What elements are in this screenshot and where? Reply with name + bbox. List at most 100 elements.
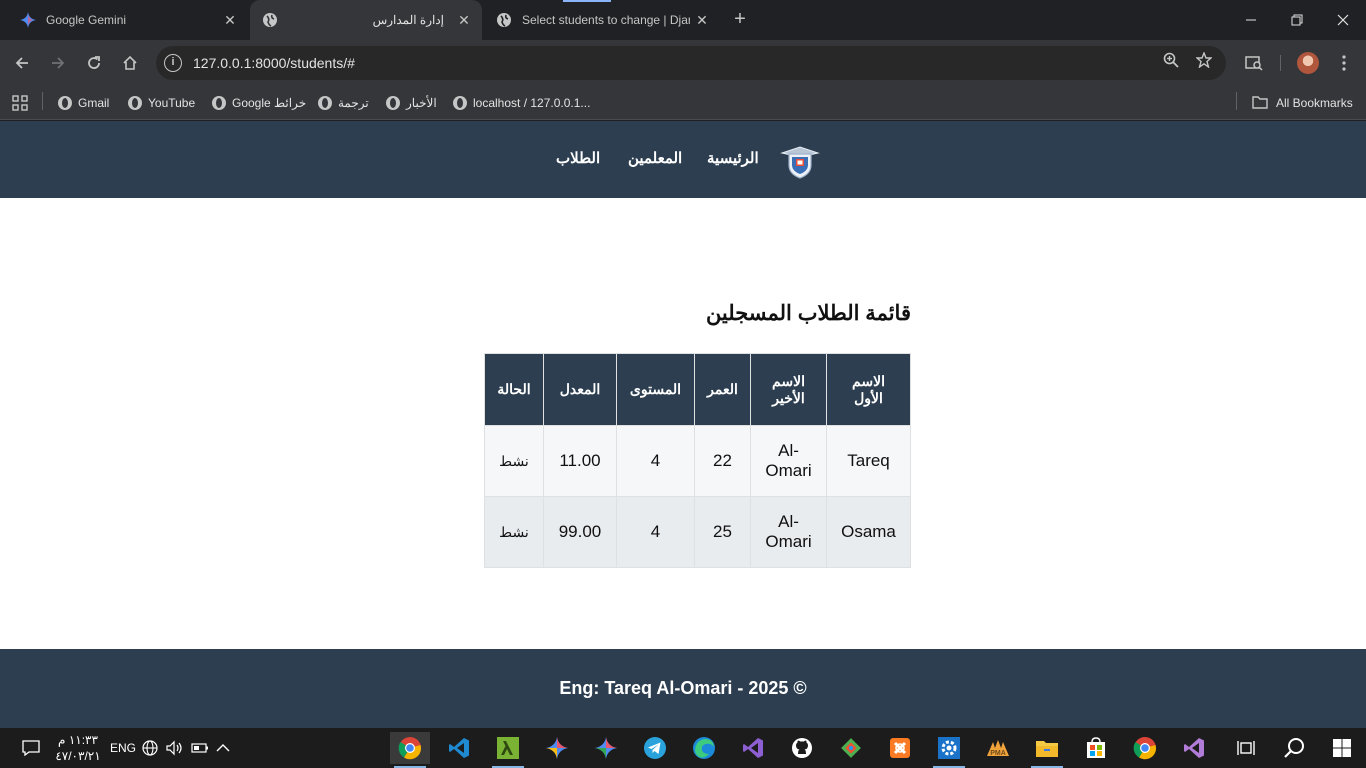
gemini-icon [20,12,36,28]
cell-gpa: 99.00 [543,496,617,568]
visual-studio-icon[interactable] [1174,732,1214,764]
footer-text: Eng: Tareq Al-Omari - 2025 © [559,678,807,698]
browser-toolbar: i 127.0.0.1:8000/students/# [0,40,1366,86]
students-table: الاسم الأول الاسم الأخير العمر المستوى ا… [484,353,911,568]
settings-gear-icon[interactable] [929,732,969,768]
page-title: قائمة الطلاب المسجلين [705,302,911,325]
tab-title: إدارة المدارس [372,13,444,27]
col-level: المستوى [616,353,695,426]
bookmark-localhost[interactable]: localhost / 127.0.0.1... [453,93,590,113]
tab-title: Google Gemini [46,13,127,27]
bookmarks-bar: Gmail YouTube Google خرائط ترجمة الأخبار… [0,86,1366,120]
globe-icon [386,96,400,110]
notification-icon[interactable] [22,728,40,768]
pma-icon[interactable]: PMA [978,732,1018,764]
table-row: Osama Al-Omari 25 4 99.00 نشط [484,496,911,568]
xampp-icon[interactable] [880,732,920,764]
cell-status: نشط [484,496,544,568]
visual-studio-icon[interactable] [733,732,773,764]
bookmark-label: الأخبار [406,96,437,110]
close-tab-icon[interactable]: ✕ [694,12,710,28]
nav-home[interactable]: الرئيسية [707,149,759,167]
gemini-taskbar-icon[interactable] [586,732,626,764]
profile-avatar[interactable] [1297,52,1319,74]
zoom-icon[interactable] [1160,52,1182,74]
cell-age: 25 [694,496,751,568]
col-age: العمر [694,353,751,426]
clock-time: ١١:٣٣ م [58,733,98,747]
bookmark-youtube[interactable]: YouTube [128,93,195,113]
bookmark-label: YouTube [148,96,196,110]
clock-date: ٤٧/٠٣/٢١ [55,749,101,763]
cell-age: 22 [694,425,751,497]
search-icon[interactable] [1274,732,1314,764]
tab-django-admin[interactable]: Select students to change | Djan ✕ [484,0,720,40]
file-explorer-icon[interactable] [1027,732,1067,768]
all-bookmarks-label: All Bookmarks [1276,96,1353,110]
edge-icon[interactable] [684,732,724,764]
cell-last-name: Al-Omari [750,425,827,497]
table-header-row: الاسم الأول الاسم الأخير العمر المستوى ا… [484,353,911,426]
forward-icon[interactable] [44,49,72,77]
globe-icon [262,12,278,28]
gemini-taskbar-icon[interactable] [537,732,577,764]
git-tool-icon[interactable] [831,732,871,764]
battery-icon[interactable] [191,728,209,768]
url-text: 127.0.0.1:8000/students/# [193,55,355,71]
chrome-taskbar-icon[interactable] [390,732,430,768]
telegram-icon[interactable] [635,732,675,764]
bookmark-gmail[interactable]: Gmail [58,93,109,113]
windows-start-icon[interactable] [1322,732,1362,764]
globe-icon [212,96,226,110]
home-icon[interactable] [116,49,144,77]
xampp-lambda-icon[interactable] [488,732,528,768]
new-tab-button[interactable]: + [730,9,750,30]
github-icon[interactable] [782,732,822,764]
bookmark-translate[interactable]: ترجمة [318,93,369,113]
microsoft-store-icon[interactable] [1076,732,1116,764]
language-indicator[interactable]: ENG [110,728,136,768]
nav-students[interactable]: الطلاب [556,149,600,167]
close-tab-icon[interactable]: ✕ [222,12,238,28]
address-bar[interactable]: i 127.0.0.1:8000/students/# [156,46,1226,80]
back-icon[interactable] [8,49,36,77]
cell-status: نشط [484,425,544,497]
tab-gemini[interactable]: Google Gemini ✕ [8,0,248,40]
network-globe-icon[interactable] [142,728,158,768]
all-bookmarks[interactable]: All Bookmarks [1252,93,1353,113]
bookmark-news[interactable]: الأخبار [386,93,437,113]
tab-strip: Google Gemini ✕ إدارة المدارس ✕ Select s… [0,0,1366,40]
minimize-button[interactable] [1228,0,1274,40]
bookmark-google-maps[interactable]: Google خرائط [212,93,306,113]
chrome-taskbar-icon[interactable] [1125,732,1165,764]
task-view-icon[interactable] [1226,732,1266,764]
site-footer: Eng: Tareq Al-Omari - 2025 © [0,649,1366,728]
volume-icon[interactable] [166,728,184,768]
close-window-button[interactable] [1320,0,1366,40]
cell-gpa: 11.00 [543,425,617,497]
bookmarks-divider [1236,92,1237,110]
restore-button[interactable] [1274,0,1320,40]
globe-icon [58,96,72,110]
system-clock[interactable]: ١١:٣٣ م ٤٧/٠٣/٢١ [50,732,106,764]
apps-grid-icon[interactable] [12,93,28,113]
nav-teachers[interactable]: المعلمين [628,149,682,167]
school-logo[interactable] [780,141,820,179]
table-row: Tareq Al-Omari 22 4 11.00 نشط [484,425,911,497]
col-status: الحالة [484,353,544,426]
bookmark-star-icon[interactable] [1193,51,1215,74]
vscode-icon[interactable] [439,732,479,764]
cell-first-name: Tareq [826,425,911,497]
close-tab-icon[interactable]: ✕ [456,12,472,28]
col-gpa: المعدل [543,353,617,426]
tab-search-icon[interactable] [1240,49,1268,77]
site-navbar: الرئيسية المعلمين الطلاب [0,121,1366,198]
windows-taskbar: ١١:٣٣ م ٤٧/٠٣/٢١ ENG PMA [0,728,1366,768]
menu-icon[interactable] [1330,49,1358,77]
tab-schools[interactable]: إدارة المدارس ✕ [250,0,482,40]
reload-icon[interactable] [80,49,108,77]
col-first-name: الاسم الأول [826,353,911,426]
chevron-up-icon[interactable] [216,728,230,768]
site-info-icon[interactable]: i [164,54,182,72]
cell-last-name: Al-Omari [750,496,827,568]
